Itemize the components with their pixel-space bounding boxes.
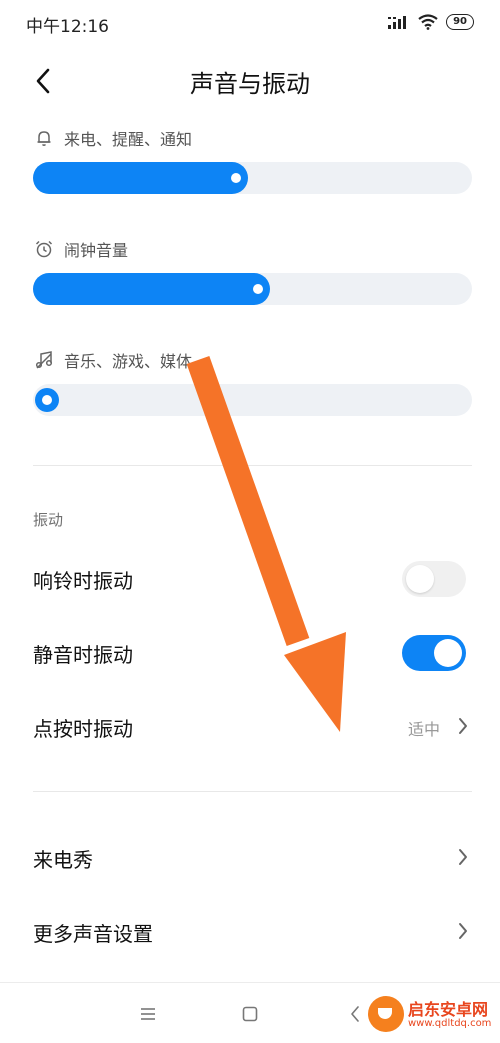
- more-sound-settings-row[interactable]: 更多声音设置: [0, 902, 500, 962]
- status-time: 中午12:16: [26, 17, 109, 37]
- ring-volume-text: 来电、提醒、通知: [64, 130, 193, 149]
- menu-button[interactable]: [133, 1001, 163, 1027]
- chevron-right-icon: [459, 849, 467, 865]
- status-bar: 中午12:16 90: [0, 0, 500, 44]
- media-volume-thumb[interactable]: [35, 388, 59, 412]
- watermark-url: www.qdltdq.com: [408, 1018, 492, 1029]
- more-sound-settings-label: 更多声音设置: [33, 922, 153, 946]
- back-nav-button[interactable]: [340, 1001, 370, 1027]
- home-square-icon: [242, 1006, 258, 1022]
- status-icons: 90: [388, 10, 474, 34]
- bell-icon: [37, 131, 51, 146]
- ring-volume-thumb[interactable]: [231, 173, 241, 183]
- media-volume-text: 音乐、游戏、媒体: [64, 352, 193, 371]
- divider: [33, 791, 472, 792]
- silent-vibrate-label: 静音时振动: [33, 643, 133, 667]
- title-bar: 声音与振动: [0, 52, 500, 108]
- media-volume-label: 音乐、游戏、媒体: [34, 348, 192, 372]
- silent-vibrate-row[interactable]: 静音时振动: [0, 623, 500, 683]
- chevron-right-icon: [459, 718, 467, 734]
- ring-vibrate-label: 响铃时振动: [33, 569, 133, 593]
- alarm-volume-thumb[interactable]: [253, 284, 263, 294]
- menu-icon: [141, 1008, 155, 1020]
- ring-volume-fill: [33, 162, 248, 194]
- signal-icon: [388, 16, 407, 29]
- battery-indicator: 90: [446, 14, 474, 30]
- divider: [33, 465, 472, 466]
- alarm-volume-text: 闹钟音量: [64, 241, 129, 260]
- ring-vibrate-row[interactable]: 响铃时振动: [0, 549, 500, 609]
- wifi-icon: [418, 14, 438, 30]
- music-note-icon: [35, 351, 53, 369]
- touch-vibrate-value: 适中: [407, 720, 440, 739]
- chevron-right-icon: [459, 923, 467, 939]
- back-triangle-icon: [351, 1006, 359, 1022]
- page-title: 声音与振动: [190, 70, 310, 98]
- toggle-knob: [406, 565, 434, 593]
- ring-vibrate-toggle[interactable]: [402, 561, 466, 597]
- touch-vibrate-row[interactable]: 点按时振动 适中: [0, 697, 500, 757]
- caller-show-row[interactable]: 来电秀: [0, 828, 500, 888]
- ring-volume-label: 来电、提醒、通知: [34, 126, 192, 150]
- alarm-volume-slider[interactable]: [33, 273, 472, 305]
- alarm-volume-fill: [33, 273, 270, 305]
- watermark: 启东安卓网 www.qdltdq.com: [368, 994, 496, 1038]
- silent-vibrate-toggle[interactable]: [402, 635, 466, 671]
- watermark-name: 启东安卓网: [408, 1000, 489, 1019]
- caller-show-label: 来电秀: [33, 848, 93, 872]
- touch-vibrate-label: 点按时振动: [33, 717, 133, 741]
- watermark-logo-icon: [368, 996, 404, 1032]
- home-button[interactable]: [235, 1001, 265, 1027]
- vibration-section-header: 振动: [33, 511, 64, 529]
- alarm-clock-icon: [35, 240, 53, 258]
- ring-volume-slider[interactable]: [33, 162, 472, 194]
- toggle-knob: [434, 639, 462, 667]
- media-volume-slider[interactable]: [33, 384, 472, 416]
- alarm-volume-label: 闹钟音量: [34, 237, 128, 261]
